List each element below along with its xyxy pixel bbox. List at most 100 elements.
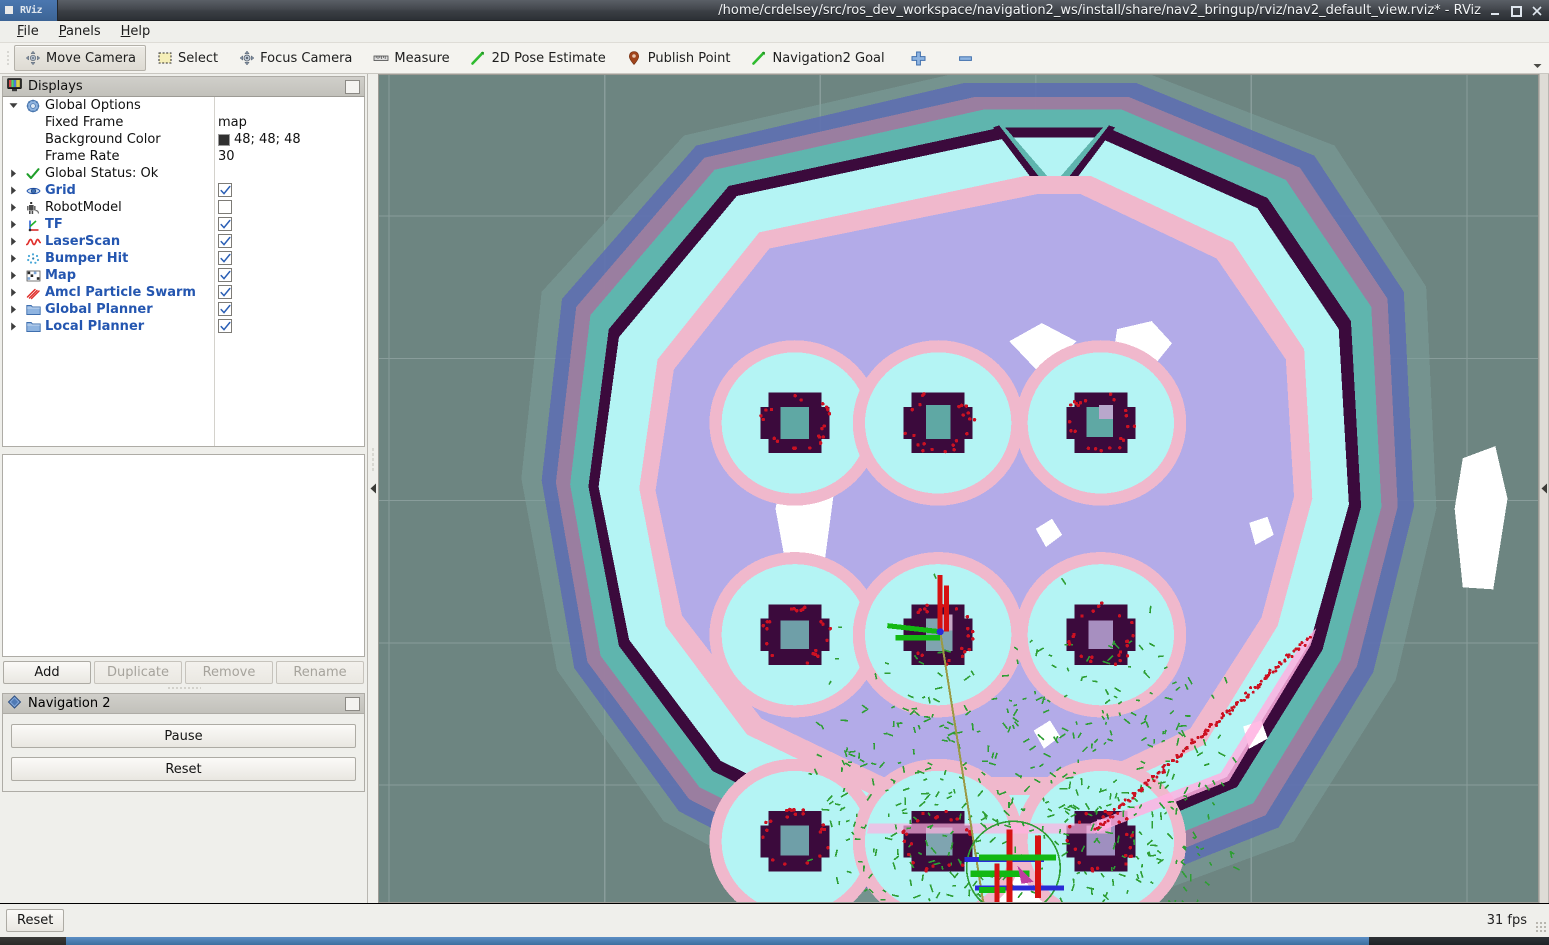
- laser-point: [931, 864, 935, 868]
- laser-point: [825, 638, 829, 643]
- nav-reset-button[interactable]: Reset: [11, 757, 356, 781]
- laser-point: [1140, 787, 1144, 791]
- expand-arrow-right-icon[interactable]: [3, 186, 23, 195]
- tree-label-map: Map: [45, 268, 77, 283]
- particle-arrow: [864, 824, 867, 828]
- taskbar-active-window[interactable]: [66, 937, 1369, 945]
- tree-row-grid[interactable]: Grid: [3, 182, 364, 199]
- toolbar-overflow-button[interactable]: [1531, 60, 1543, 72]
- expand-arrow-right-icon[interactable]: [3, 271, 23, 280]
- tree-row-tf[interactable]: TF: [3, 216, 364, 233]
- checkbox-local-planner[interactable]: [218, 319, 232, 333]
- property-editor-area[interactable]: [2, 454, 365, 657]
- navigation-float-button[interactable]: [345, 696, 360, 711]
- laser-point: [1124, 862, 1128, 866]
- tree-row-local-planner[interactable]: Local Planner: [3, 318, 364, 335]
- nav-pause-button[interactable]: Pause: [11, 724, 356, 748]
- laser-point: [1073, 429, 1077, 434]
- remove-display-button[interactable]: Remove: [185, 661, 273, 684]
- maximize-button[interactable]: [1506, 2, 1526, 20]
- expand-arrow-right-icon[interactable]: [3, 305, 23, 314]
- tree-value-frame-rate[interactable]: 30: [218, 148, 235, 165]
- particle-arrow: [902, 765, 906, 773]
- menu-file[interactable]: File: [8, 22, 48, 42]
- laser-point: [1067, 640, 1071, 644]
- expand-arrow-right-icon[interactable]: [3, 237, 23, 246]
- duplicate-display-button[interactable]: Duplicate: [94, 661, 182, 684]
- laser-point: [1069, 428, 1073, 433]
- toolbar-grip[interactable]: [4, 47, 12, 69]
- tool-move-camera[interactable]: Move Camera: [14, 45, 147, 71]
- checkbox-robotmodel[interactable]: [218, 200, 232, 214]
- tree-row-global-status[interactable]: Global Status: Ok: [3, 165, 364, 182]
- laser-point: [1303, 643, 1307, 647]
- tool-publish-point[interactable]: Publish Point: [616, 45, 741, 71]
- tree-row-amcl-particle-swarm[interactable]: Amcl Particle Swarm: [3, 284, 364, 301]
- tool-add-button[interactable]: [895, 45, 942, 71]
- rename-display-button[interactable]: Rename: [276, 661, 364, 684]
- laser-point: [768, 819, 773, 824]
- tree-value-fixed-frame[interactable]: map: [218, 114, 247, 131]
- tool-2d-pose-estimate[interactable]: 2D Pose Estimate: [460, 45, 616, 71]
- tool-move-camera-label: Move Camera: [46, 50, 137, 66]
- laser-point: [1112, 397, 1116, 402]
- viewport-canvas[interactable]: [379, 75, 1538, 902]
- laser-point: [1191, 740, 1195, 744]
- tree-row-global-planner[interactable]: Global Planner: [3, 301, 364, 318]
- particle-arrow: [921, 874, 924, 882]
- checkbox-map[interactable]: [218, 268, 232, 282]
- add-display-button[interactable]: Add: [3, 661, 91, 684]
- tool-focus-camera[interactable]: Focus Camera: [228, 45, 362, 71]
- laser-point: [822, 424, 826, 428]
- tree-row-global-options[interactable]: Global Options: [3, 97, 364, 114]
- tree-row-map[interactable]: Map: [3, 267, 364, 284]
- displays-float-button[interactable]: [345, 79, 360, 94]
- checkbox-global-planner[interactable]: [218, 302, 232, 316]
- displays-tree[interactable]: Global Options Fixed Frame map Backgroun…: [2, 97, 365, 447]
- checkbox-amcl-particle-swarm[interactable]: [218, 285, 232, 299]
- laser-point: [822, 827, 827, 832]
- resize-grip[interactable]: [1535, 921, 1547, 933]
- laser-point: [1175, 760, 1179, 764]
- minus-icon: [957, 50, 974, 67]
- laser-point: [1131, 633, 1135, 638]
- checkbox-bumper-hit[interactable]: [218, 251, 232, 265]
- green-check-icon: [23, 167, 43, 181]
- menu-help[interactable]: Help: [112, 22, 160, 42]
- laser-point: [916, 610, 920, 615]
- tree-row-frame-rate[interactable]: Frame Rate 30: [3, 148, 364, 165]
- tree-row-bumper-hit[interactable]: Bumper Hit: [3, 250, 364, 267]
- tool-measure[interactable]: Measure: [362, 45, 459, 71]
- close-button[interactable]: [1527, 2, 1547, 20]
- panel-splitter[interactable]: [0, 684, 367, 691]
- right-dock-collapse-handle[interactable]: [1539, 74, 1549, 903]
- checkbox-tf[interactable]: [218, 217, 232, 231]
- expand-arrow-right-icon[interactable]: [3, 169, 23, 178]
- checkbox-laserscan[interactable]: [218, 234, 232, 248]
- tree-row-robotmodel[interactable]: RobotModel: [3, 199, 364, 216]
- left-dock: Displays Global Options Fixed Frame map …: [0, 74, 368, 903]
- left-dock-collapse-handle[interactable]: [368, 74, 378, 903]
- expand-arrow-right-icon[interactable]: [3, 254, 23, 263]
- menu-panels[interactable]: Panels: [50, 22, 110, 42]
- tree-row-background-color[interactable]: Background Color 48; 48; 48: [3, 131, 364, 148]
- tool-remove-button[interactable]: [942, 45, 989, 71]
- render-viewport[interactable]: [378, 74, 1539, 903]
- expand-arrow-right-icon[interactable]: [3, 288, 23, 297]
- minimize-button[interactable]: [1485, 2, 1505, 20]
- tool-navigation2-goal[interactable]: Navigation2 Goal: [740, 45, 894, 71]
- expand-arrow-right-icon[interactable]: [3, 203, 23, 212]
- tree-row-laserscan[interactable]: LaserScan: [3, 233, 364, 250]
- particle-arrow: [1178, 724, 1187, 728]
- laser-point: [1124, 413, 1129, 418]
- expand-arrow-down-icon[interactable]: [3, 101, 23, 110]
- status-reset-button[interactable]: Reset: [6, 909, 65, 932]
- tree-value-background-color[interactable]: 48; 48; 48: [218, 131, 301, 148]
- tool-select[interactable]: Select: [146, 45, 228, 71]
- expand-arrow-right-icon[interactable]: [3, 220, 23, 229]
- laser-point: [921, 448, 925, 453]
- tree-row-fixed-frame[interactable]: Fixed Frame map: [3, 114, 364, 131]
- tool-2d-pose-estimate-label: 2D Pose Estimate: [491, 50, 606, 66]
- checkbox-grid[interactable]: [218, 183, 232, 197]
- expand-arrow-right-icon[interactable]: [3, 322, 23, 331]
